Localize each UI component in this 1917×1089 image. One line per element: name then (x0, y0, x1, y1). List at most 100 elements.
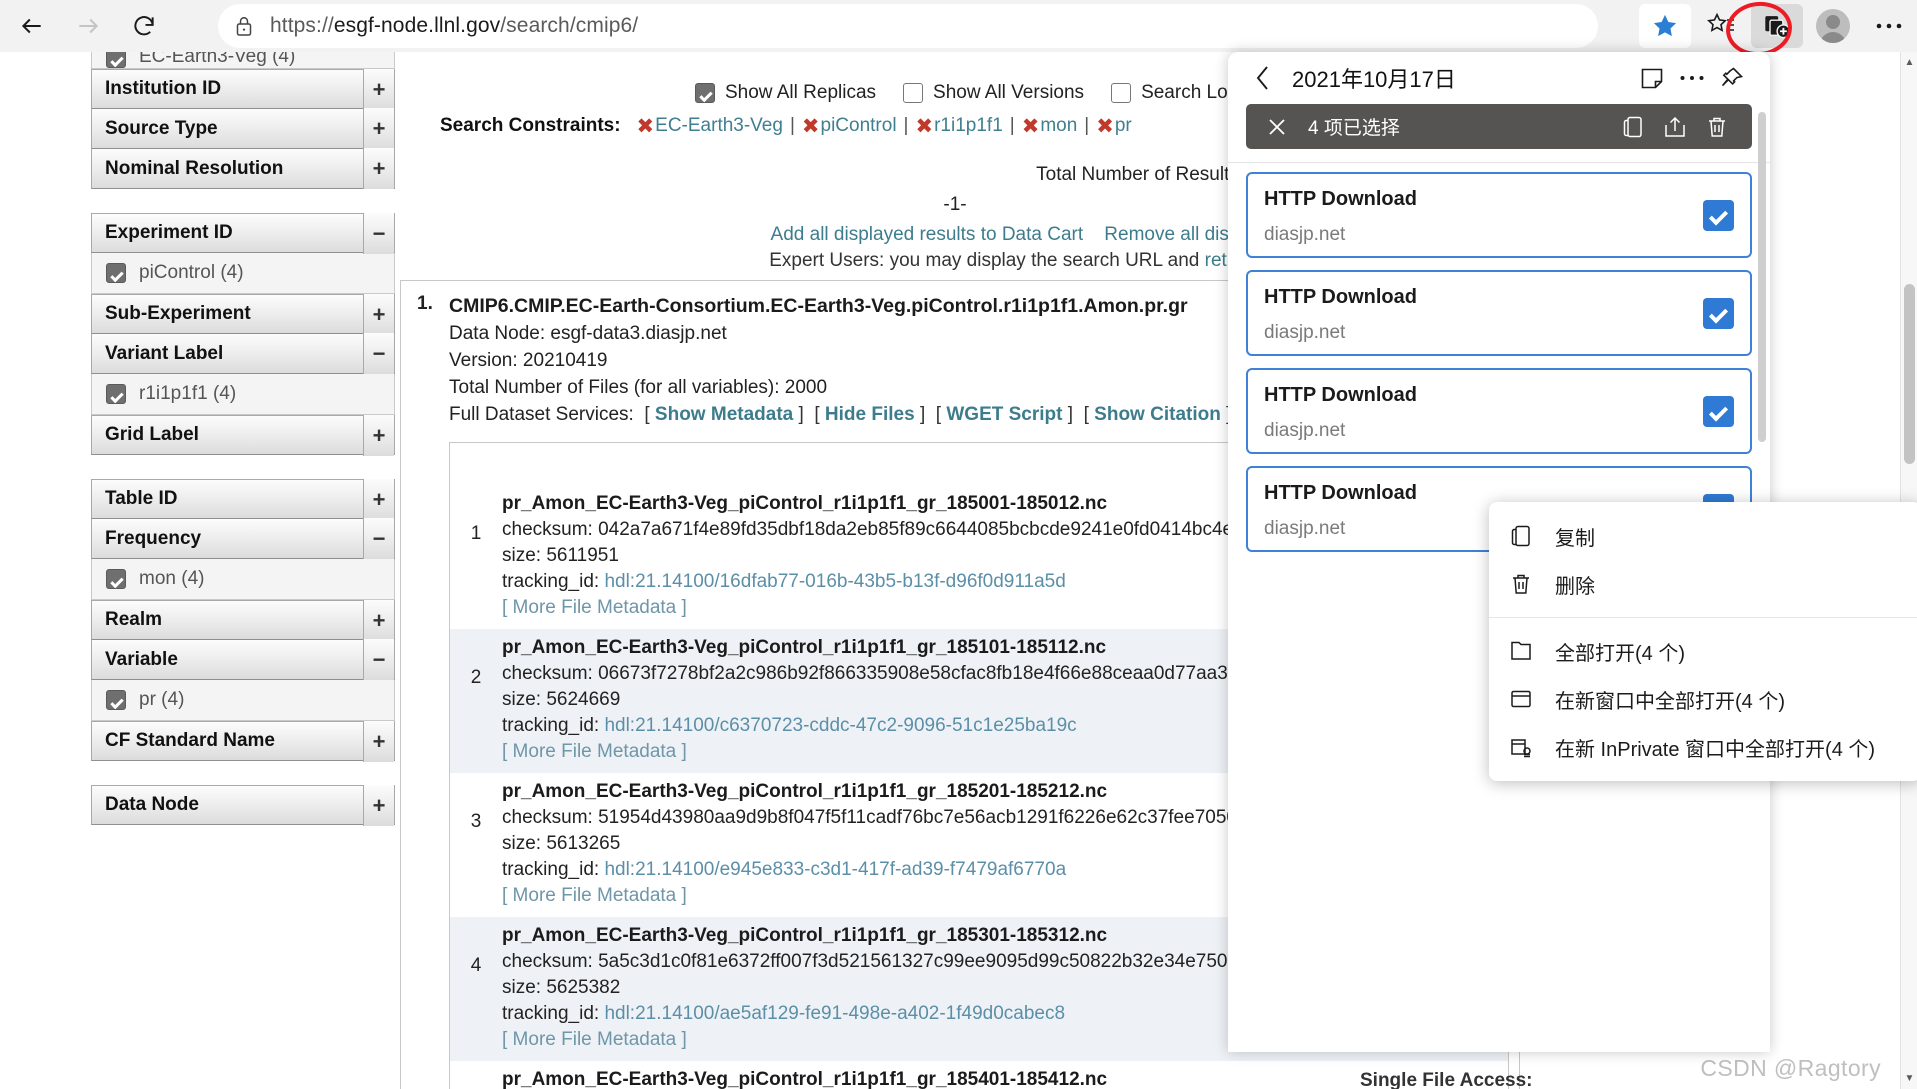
menu-item-copy[interactable]: 复制 (1489, 512, 1917, 560)
add-note-icon[interactable] (1632, 58, 1672, 98)
file-index: 1 (470, 523, 482, 544)
lock-icon (234, 15, 254, 37)
add-all-to-cart-link[interactable]: Add all displayed results to Data Cart (771, 224, 1084, 245)
constraint-chip[interactable]: ✖ mon (1022, 114, 1078, 138)
expand-plus-icon[interactable]: + (363, 785, 394, 826)
item-selected-checkbox[interactable] (1703, 298, 1734, 329)
checkbox-checked-icon[interactable] (106, 52, 126, 68)
hide-files-link[interactable]: Hide Files (825, 404, 915, 425)
expand-plus-icon[interactable]: + (363, 415, 394, 456)
constraint-chip[interactable]: ✖ EC-Earth3-Veg (637, 114, 783, 138)
sidebar-item-table-id[interactable]: Table ID + (91, 479, 395, 520)
sidebar-item-source-type[interactable]: Source Type + (91, 108, 395, 149)
checkbox-checked-icon[interactable] (106, 263, 126, 283)
expand-plus-icon[interactable]: + (363, 479, 394, 520)
option-search-local[interactable]: Search Loc (1111, 82, 1237, 104)
menu-item-open-all-inprivate[interactable]: 在新 InPrivate 窗口中全部打开(4 个) (1489, 723, 1917, 771)
tracking-id-link[interactable]: hdl:21.14100/e945e833-c3d1-417f-ad39-f74… (604, 859, 1066, 880)
tracking-id-link[interactable]: hdl:21.14100/16dfab77-016b-43b5-b13f-d96… (604, 571, 1065, 592)
collapse-minus-icon[interactable]: − (363, 518, 394, 559)
file-name[interactable]: pr_Amon_EC-Earth3-Veg_piControl_r1i1p1f1… (502, 1067, 1508, 1089)
sidebar-item-institution-id[interactable]: Institution ID + (91, 69, 395, 110)
facet-checkbox-row[interactable]: mon (4) (91, 559, 395, 600)
sidebar-item-variable[interactable]: Variable − (91, 639, 395, 680)
sidebar-item-nominal-resolution[interactable]: Nominal Resolution + (91, 148, 395, 189)
collapse-minus-icon[interactable]: − (363, 333, 394, 374)
list-item[interactable]: HTTP Download diasjp.net (1246, 172, 1752, 258)
constraint-chip[interactable]: ✖ r1i1p1f1 (915, 114, 1002, 138)
profile-avatar[interactable] (1807, 4, 1859, 48)
facet-header-label: Frequency (105, 527, 202, 549)
forward-button[interactable] (64, 2, 112, 50)
avatar (1816, 9, 1850, 43)
constraint-chip[interactable]: ✖ piControl (802, 114, 897, 138)
menu-item-open-all-new-window[interactable]: 在新窗口中全部打开(4 个) (1489, 675, 1917, 723)
option-show-all-replicas[interactable]: Show All Replicas (695, 82, 876, 104)
remove-constraint-icon[interactable]: ✖ (1022, 114, 1040, 138)
collapse-minus-icon[interactable]: − (363, 213, 394, 254)
scroll-down-arrow-icon[interactable]: ▼ (1901, 1070, 1917, 1087)
tracking-id-link[interactable]: hdl:21.14100/ae5af129-fe91-498e-a402-1f4… (604, 1003, 1065, 1024)
collapse-minus-icon[interactable]: − (363, 639, 394, 680)
checkbox-checked-icon[interactable] (106, 690, 126, 710)
expand-plus-icon[interactable]: + (363, 148, 394, 189)
option-show-all-versions[interactable]: Show All Versions (903, 82, 1084, 104)
sidebar-item-cf-standard-name[interactable]: CF Standard Name + (91, 721, 395, 762)
facet-checkbox-row[interactable]: EC-Earth3-Veg (4) (91, 52, 395, 69)
share-icon[interactable] (1654, 107, 1696, 147)
facet-checkbox-row[interactable]: pr (4) (91, 680, 395, 721)
show-citation-link[interactable]: Show Citation (1094, 404, 1221, 425)
checkbox-checked-icon[interactable] (106, 384, 126, 404)
remove-all-from-cart-link[interactable]: Remove all disp (1104, 224, 1239, 245)
sidebar-item-data-node[interactable]: Data Node + (91, 785, 395, 826)
sidebar-item-grid-label[interactable]: Grid Label + (91, 415, 395, 456)
constraint-chip[interactable]: ✖ pr (1096, 114, 1132, 138)
reload-button[interactable] (120, 2, 168, 50)
more-settings-icon[interactable] (1863, 4, 1915, 48)
checkbox-checked-icon[interactable] (106, 569, 126, 589)
menu-item-delete[interactable]: 删除 (1489, 560, 1917, 608)
expand-plus-icon[interactable]: + (363, 69, 394, 110)
facet-checkbox-row[interactable]: r1i1p1f1 (4) (91, 374, 395, 415)
delete-icon[interactable] (1696, 107, 1738, 147)
favorites-list-icon[interactable] (1695, 4, 1747, 48)
item-selected-checkbox[interactable] (1703, 396, 1734, 427)
expand-plus-icon[interactable]: + (363, 600, 394, 641)
chevron-left-icon[interactable] (1246, 61, 1280, 95)
scroll-up-arrow-icon[interactable]: ▲ (1901, 54, 1917, 71)
list-item[interactable]: HTTP Download diasjp.net (1246, 368, 1752, 454)
back-button[interactable] (8, 2, 56, 50)
pin-icon[interactable] (1712, 58, 1752, 98)
sidebar-item-experiment-id[interactable]: Experiment ID − (91, 213, 395, 254)
remove-constraint-icon[interactable]: ✖ (637, 114, 655, 138)
scrollbar-thumb[interactable] (1758, 112, 1766, 442)
expand-plus-icon[interactable]: + (363, 294, 394, 335)
list-item[interactable]: HTTP Download diasjp.net (1246, 270, 1752, 356)
checkbox-unchecked-icon[interactable] (903, 83, 924, 103)
wget-script-link[interactable]: WGET Script (946, 404, 1062, 425)
search-constraints: Search Constraints: ✖ EC-Earth3-Veg | ✖ pi… (440, 114, 1132, 138)
expand-plus-icon[interactable]: + (363, 108, 394, 149)
item-selected-checkbox[interactable] (1703, 200, 1734, 231)
scrollbar-thumb[interactable] (1904, 284, 1915, 464)
menu-item-open-all[interactable]: 全部打开(4 个) (1489, 627, 1917, 675)
remove-constraint-icon[interactable]: ✖ (1096, 114, 1114, 138)
address-bar[interactable]: https://esgf-node.llnl.gov/search/cmip6/ (218, 4, 1598, 48)
sidebar-item-variant-label[interactable]: Variant Label − (91, 333, 395, 374)
remove-constraint-icon[interactable]: ✖ (802, 114, 820, 138)
copy-icon[interactable] (1612, 107, 1654, 147)
tracking-id-link[interactable]: hdl:21.14100/c6370723-cddc-47c2-9096-51c… (604, 715, 1076, 736)
collections-icon[interactable] (1751, 4, 1803, 48)
sidebar-item-sub-experiment[interactable]: Sub-Experiment + (91, 294, 395, 335)
close-icon[interactable] (1260, 110, 1294, 144)
checkbox-unchecked-icon[interactable] (1111, 83, 1132, 103)
show-metadata-link[interactable]: Show Metadata (655, 404, 793, 425)
remove-constraint-icon[interactable]: ✖ (915, 114, 933, 138)
checkbox-checked-icon[interactable] (695, 83, 715, 103)
facet-checkbox-row[interactable]: piControl (4) (91, 253, 395, 294)
more-options-icon[interactable] (1672, 58, 1712, 98)
sidebar-item-frequency[interactable]: Frequency − (91, 518, 395, 559)
sidebar-item-realm[interactable]: Realm + (91, 600, 395, 641)
favorite-star-icon[interactable] (1639, 4, 1691, 48)
expand-plus-icon[interactable]: + (363, 721, 394, 762)
